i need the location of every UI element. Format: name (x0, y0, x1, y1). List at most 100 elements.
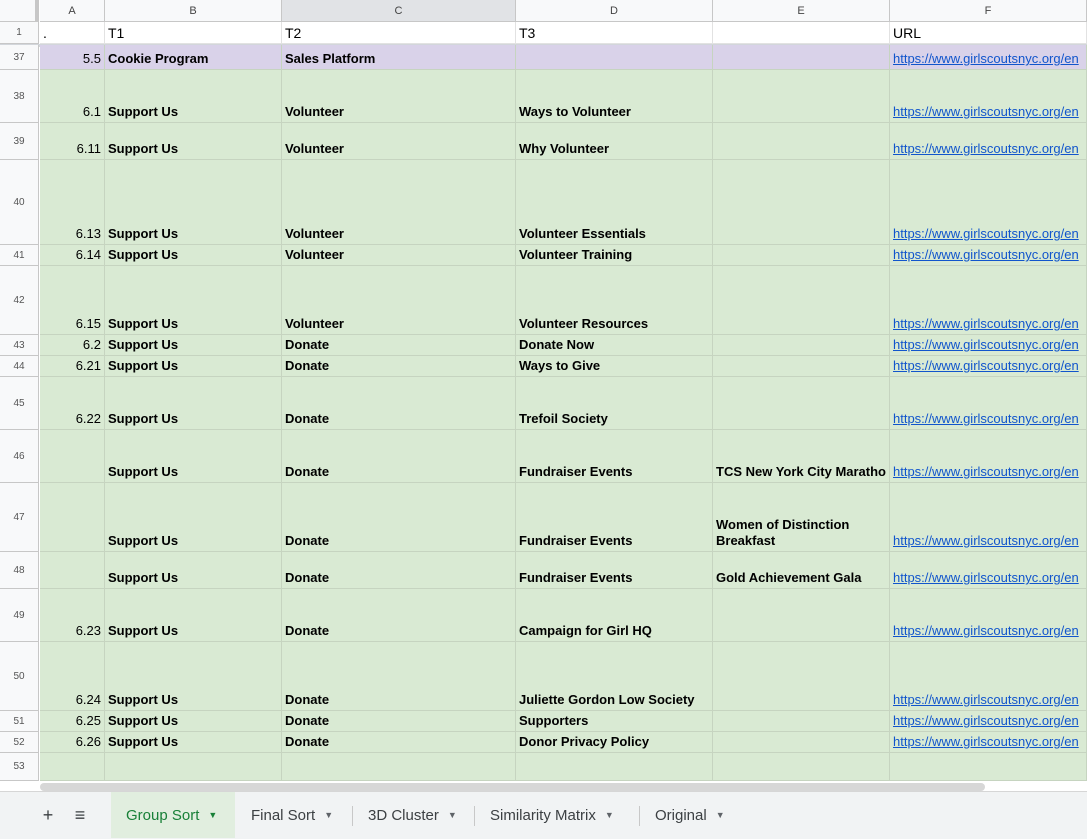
url-link[interactable]: https://www.girlscoutsnyc.org/en (890, 642, 1087, 711)
tab-group-sort[interactable]: Group Sort ▼ (111, 792, 235, 838)
url-link[interactable]: https://www.girlscoutsnyc.org/en (890, 335, 1087, 356)
url-link[interactable]: https://www.girlscoutsnyc.org/en (890, 732, 1087, 753)
url-link[interactable]: https://www.girlscoutsnyc.org/en (890, 356, 1087, 377)
table-cell[interactable]: Fundraiser Events (516, 430, 713, 483)
table-cell[interactable]: Donate (282, 552, 516, 589)
header-cell[interactable]: . (40, 22, 105, 44)
table-cell[interactable]: Donor Privacy Policy (516, 732, 713, 753)
table-cell[interactable]: Support Us (105, 335, 282, 356)
table-cell[interactable]: Ways to Give (516, 356, 713, 377)
row-header[interactable]: 41 (0, 245, 39, 266)
url-link[interactable]: https://www.girlscoutsnyc.org/en (890, 711, 1087, 732)
table-cell[interactable]: Donate (282, 732, 516, 753)
table-cell[interactable]: Support Us (105, 245, 282, 266)
table-cell[interactable]: Support Us (105, 589, 282, 642)
table-cell[interactable]: 6.26 (40, 732, 105, 753)
chevron-down-icon[interactable]: ▼ (208, 810, 217, 820)
table-cell[interactable] (713, 266, 890, 335)
table-cell[interactable]: Volunteer (282, 245, 516, 266)
table-cell[interactable]: Why Volunteer (516, 123, 713, 160)
table-cell[interactable]: Donate (282, 642, 516, 711)
row-header[interactable]: 44 (0, 356, 39, 377)
row-header[interactable]: 39 (0, 123, 39, 160)
table-cell[interactable]: Support Us (105, 642, 282, 711)
table-cell[interactable]: Ways to Volunteer (516, 70, 713, 123)
table-cell[interactable] (713, 642, 890, 711)
table-cell[interactable]: 6.22 (40, 377, 105, 430)
table-cell[interactable]: Donate (282, 377, 516, 430)
table-cell[interactable]: TCS New York City Maratho (713, 430, 890, 483)
table-cell[interactable]: Sales Platform (282, 45, 516, 70)
header-cell[interactable]: T2 (282, 22, 516, 44)
url-link[interactable]: https://www.girlscoutsnyc.org/en (890, 483, 1087, 552)
table-cell[interactable]: Donate (282, 483, 516, 552)
table-cell[interactable] (40, 483, 105, 552)
chevron-down-icon[interactable]: ▼ (716, 810, 725, 820)
table-cell[interactable]: 6.13 (40, 160, 105, 245)
table-cell[interactable] (713, 45, 890, 70)
table-cell[interactable]: Trefoil Society (516, 377, 713, 430)
table-cell[interactable]: 5.5 (40, 45, 105, 70)
table-cell[interactable]: Volunteer (282, 70, 516, 123)
table-cell[interactable]: Volunteer (282, 160, 516, 245)
table-cell[interactable]: 6.14 (40, 245, 105, 266)
row-header[interactable]: 48 (0, 552, 39, 589)
table-cell[interactable]: Support Us (105, 483, 282, 552)
table-cell[interactable]: Juliette Gordon Low Society (516, 642, 713, 711)
tab-similarity-matrix[interactable]: Similarity Matrix ▼ (475, 792, 639, 838)
table-cell[interactable] (713, 732, 890, 753)
table-cell[interactable]: Donate (282, 430, 516, 483)
row-header[interactable]: 43 (0, 335, 39, 356)
table-cell[interactable]: Cookie Program (105, 45, 282, 70)
table-cell[interactable]: 6.15 (40, 266, 105, 335)
tab-3d-cluster[interactable]: 3D Cluster ▼ (353, 792, 474, 838)
row-header[interactable]: 49 (0, 589, 39, 642)
table-cell[interactable]: Volunteer (282, 123, 516, 160)
row-header[interactable]: 46 (0, 430, 39, 483)
chevron-down-icon[interactable]: ▼ (448, 810, 457, 820)
row-header[interactable]: 45 (0, 377, 39, 430)
table-cell[interactable]: Campaign for Girl HQ (516, 589, 713, 642)
column-header-b[interactable]: B (105, 0, 282, 22)
url-link[interactable]: https://www.girlscoutsnyc.org/en (890, 45, 1087, 70)
table-cell[interactable] (713, 711, 890, 732)
table-cell[interactable] (713, 123, 890, 160)
chevron-down-icon[interactable]: ▼ (605, 810, 614, 820)
url-link[interactable]: https://www.girlscoutsnyc.org/en (890, 430, 1087, 483)
table-cell[interactable] (40, 430, 105, 483)
all-sheets-button[interactable]: ≡ (64, 792, 96, 838)
url-link[interactable]: https://www.girlscoutsnyc.org/en (890, 70, 1087, 123)
header-cell[interactable]: T1 (105, 22, 282, 44)
row-header[interactable]: 37 (0, 45, 39, 70)
table-cell[interactable]: Donate (282, 356, 516, 377)
table-cell[interactable]: Supporters (516, 711, 713, 732)
table-cell[interactable] (713, 160, 890, 245)
table-cell[interactable] (713, 753, 890, 781)
table-cell[interactable] (713, 356, 890, 377)
table-cell[interactable]: Donate Now (516, 335, 713, 356)
table-cell[interactable]: 6.1 (40, 70, 105, 123)
table-cell[interactable]: 6.23 (40, 589, 105, 642)
spreadsheet-grid[interactable]: A B C D E F 1. T1 T2 T3 URL 37 5.5 Cookie Program Sale… (0, 0, 1087, 781)
table-cell[interactable]: Donate (282, 711, 516, 732)
url-link[interactable]: https://www.girlscoutsnyc.org/en (890, 377, 1087, 430)
table-cell[interactable]: Support Us (105, 356, 282, 377)
row-header[interactable]: 42 (0, 266, 39, 335)
table-cell[interactable]: Gold Achievement Gala (713, 552, 890, 589)
url-link[interactable]: https://www.girlscoutsnyc.org/en (890, 123, 1087, 160)
column-header-a[interactable]: A (40, 0, 105, 22)
table-cell[interactable]: Women of Distinction Breakfast (713, 483, 890, 552)
table-cell[interactable] (516, 753, 713, 781)
table-cell[interactable]: Support Us (105, 70, 282, 123)
row-header[interactable]: 40 (0, 160, 39, 245)
table-cell[interactable]: Support Us (105, 123, 282, 160)
table-cell[interactable]: Fundraiser Events (516, 552, 713, 589)
tab-original[interactable]: Original ▼ (640, 792, 744, 838)
table-cell[interactable]: Volunteer Resources (516, 266, 713, 335)
table-cell[interactable]: Support Us (105, 711, 282, 732)
table-cell[interactable] (890, 753, 1087, 781)
column-header-f[interactable]: F (890, 0, 1087, 22)
table-cell[interactable]: Support Us (105, 552, 282, 589)
url-link[interactable]: https://www.girlscoutsnyc.org/en (890, 266, 1087, 335)
table-cell[interactable] (516, 45, 713, 70)
